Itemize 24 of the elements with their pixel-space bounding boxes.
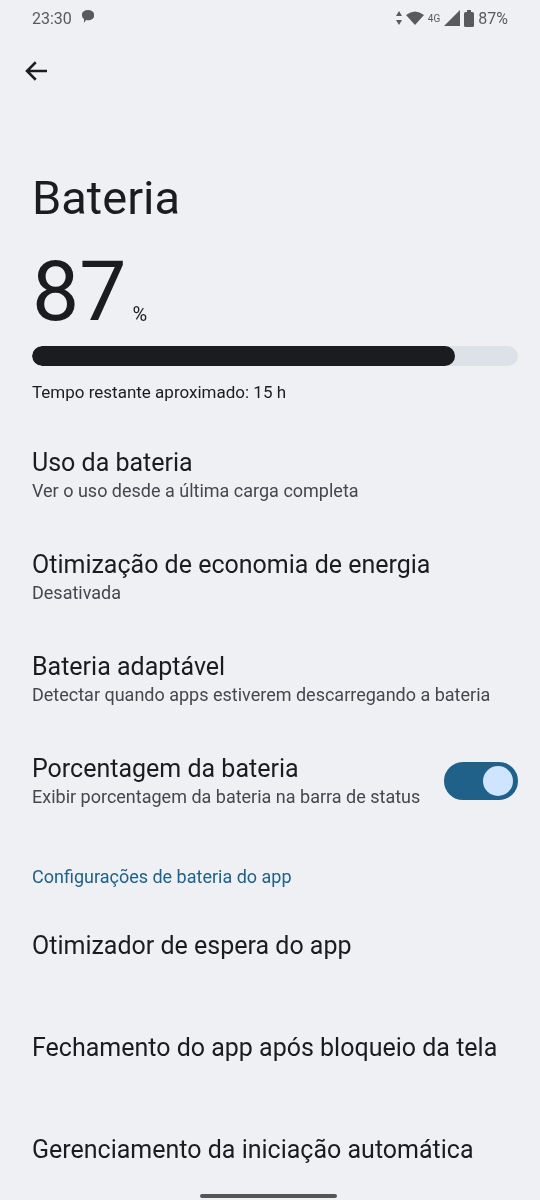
setting-summary: Desativada: [32, 582, 123, 604]
network-type: 4G: [427, 12, 441, 24]
wifi-icon: [405, 11, 424, 25]
setting-title[interactable]: Fechamento do app após bloqueio da tela: [32, 1033, 518, 1063]
percent-unit: %: [132, 302, 148, 326]
battery-percent: 87%: [478, 8, 508, 28]
setting-title[interactable]: Bateria adaptável: [32, 652, 518, 682]
setting-title[interactable]: Otimizador de espera do app: [32, 931, 518, 961]
status-time: 23:30: [32, 8, 72, 28]
battery-icon: [464, 9, 475, 27]
remaining-time: Tempo restante aproximado: 15 h: [32, 382, 288, 402]
setting-summary: Ver o uso desde a última carga completa: [32, 480, 360, 502]
data-arrows-icon: [395, 11, 402, 25]
setting-summary: Exibir porcentagem da bateria na barra de status: [32, 786, 422, 808]
page-title: Bateria: [32, 169, 182, 227]
setting-title[interactable]: Gerenciamento da iniciação automática: [32, 1135, 518, 1165]
toggle-switch[interactable]: [444, 762, 518, 800]
signal-icon: [444, 10, 461, 26]
setting-summary: Detectar quando apps estiverem descarregando a bateria: [32, 684, 492, 706]
setting-title[interactable]: Uso da bateria: [32, 448, 518, 478]
section-header: Configurações de bateria do app: [31, 865, 293, 889]
setting-title[interactable]: Porcentagem da bateria: [32, 754, 424, 784]
setting-title[interactable]: Otimização de economia de energia: [32, 550, 518, 580]
battery-level-value: 87: [32, 250, 127, 334]
